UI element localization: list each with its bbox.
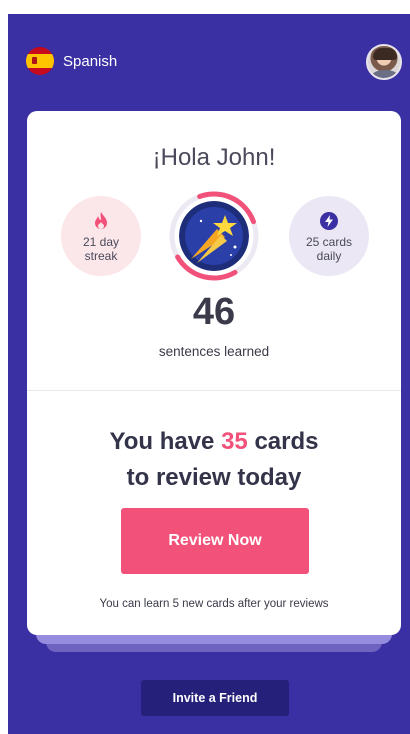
flame-icon (95, 212, 107, 229)
app-screen: Spanish ¡Hola John! 21 day streak 25 car… (8, 14, 410, 734)
lightning-icon (320, 212, 338, 230)
review-title-prefix: You have (109, 428, 215, 455)
language-label: Spanish (63, 52, 118, 70)
review-title: You have 35 cards to review today (27, 424, 401, 496)
spain-flag-icon (26, 47, 54, 75)
review-card: ¡Hola John! 21 day streak 25 cards daily… (27, 111, 401, 635)
streak-stat: 21 day streak (61, 196, 141, 276)
shooting-star-icon (179, 201, 249, 271)
streak-value: 21 day (82, 235, 120, 249)
invite-friend-button[interactable]: Invite a Friend (141, 680, 289, 716)
user-avatar[interactable] (366, 44, 402, 80)
greeting-title: ¡Hola John! (152, 144, 276, 171)
daily-cards-label: daily (316, 249, 342, 263)
new-cards-note: You can learn 5 new cards after your rev… (99, 598, 329, 610)
sentences-label: sentences learned (158, 344, 270, 359)
streak-label: streak (84, 249, 118, 263)
review-title-line2: to review today (126, 464, 302, 491)
review-now-button[interactable]: Review Now (121, 508, 309, 574)
review-title-suffix: cards (254, 428, 319, 455)
daily-cards-value: 25 cards (305, 235, 353, 249)
review-count: 35 (221, 428, 248, 455)
sentences-count: 46 (192, 291, 236, 333)
daily-cards-stat: 25 cards daily (289, 196, 369, 276)
divider (27, 390, 401, 391)
language-selector[interactable]: Spanish (26, 47, 117, 75)
